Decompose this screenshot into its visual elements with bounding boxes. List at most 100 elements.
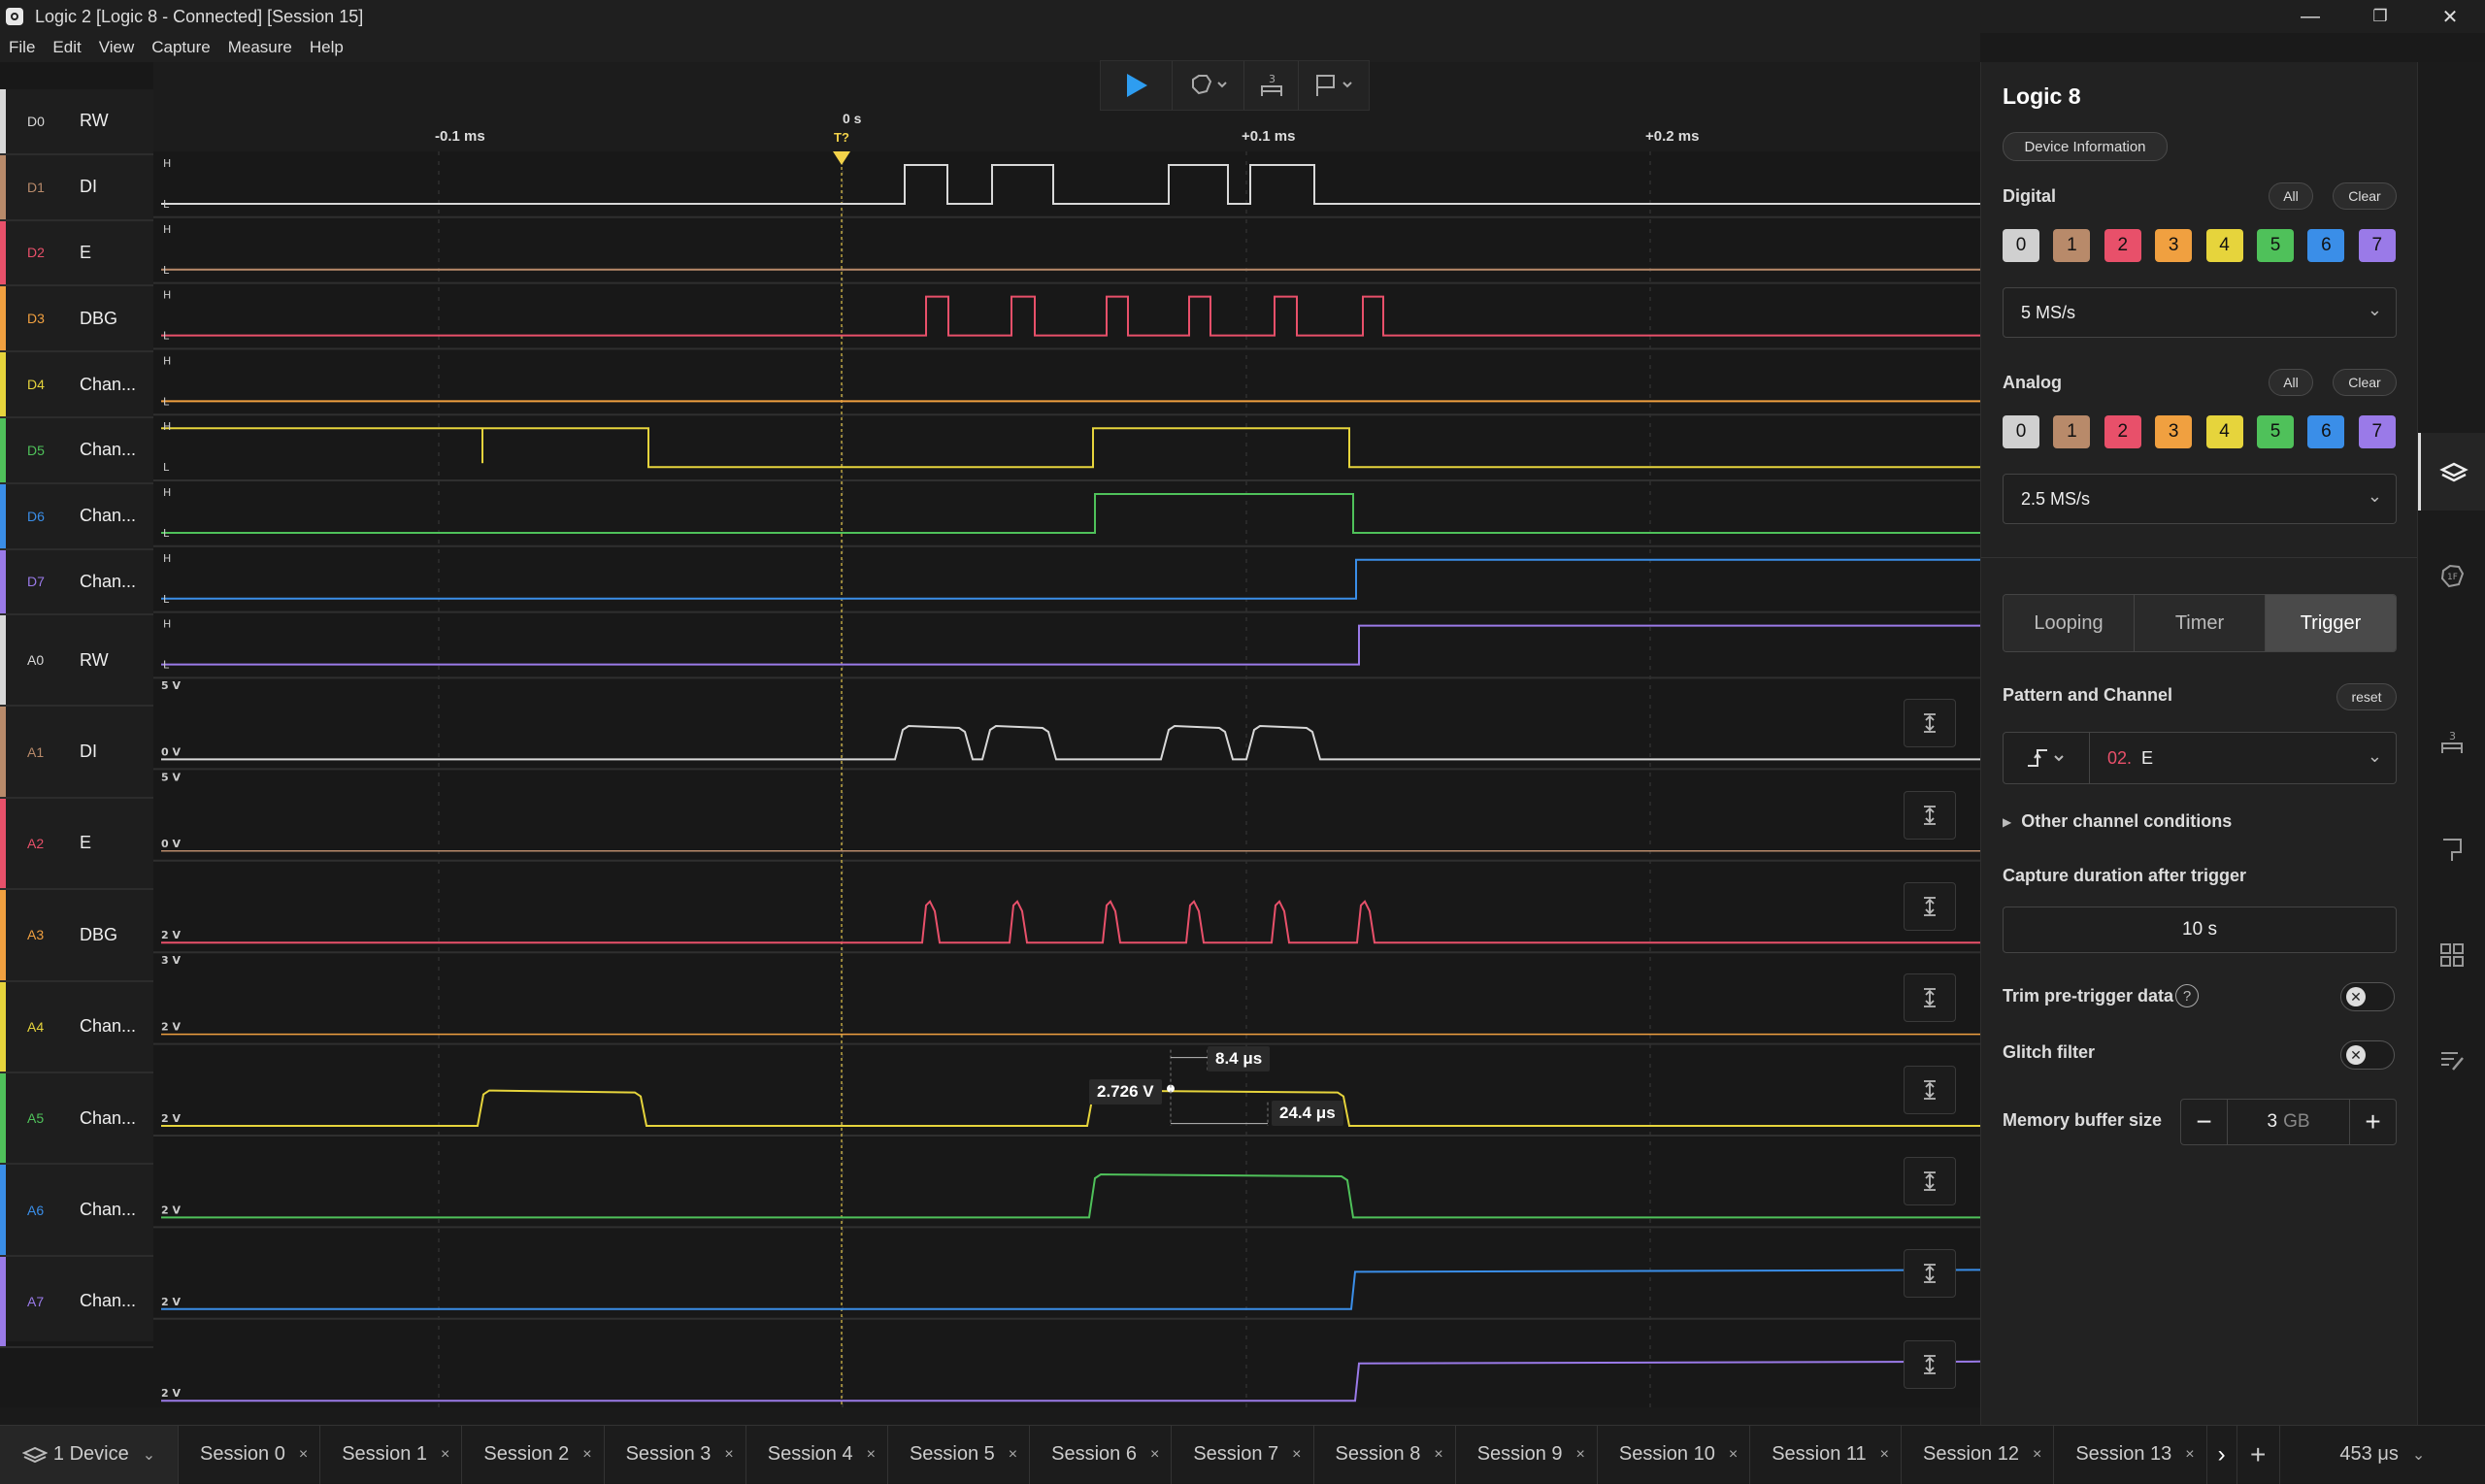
digital-channel-row[interactable]: D0 RW <box>0 89 153 155</box>
vertical-scale-button[interactable] <box>1904 1065 1956 1114</box>
analog-channel-chip-5[interactable]: 5 <box>2257 415 2294 448</box>
analog-waveform[interactable] <box>161 1360 1980 1402</box>
analyzers-tab[interactable]: 1F <box>2418 538 2485 615</box>
analog-channel-chip-0[interactable]: 0 <box>2003 415 2039 448</box>
analog-clear-button[interactable]: Clear <box>2333 369 2397 396</box>
session-tab[interactable]: Session 13 × <box>2054 1425 2207 1484</box>
tab-trigger[interactable]: Trigger <box>2266 595 2396 651</box>
trigger-marker-icon[interactable] <box>833 151 850 165</box>
analog-waveform[interactable] <box>161 1172 1980 1219</box>
menu-capture[interactable]: Capture <box>143 38 218 57</box>
channel-name[interactable]: Chan... <box>80 1200 136 1220</box>
analog-channel-row[interactable]: A7 Chan... <box>0 1256 153 1349</box>
digital-channel-row[interactable]: D7 Chan... <box>0 549 153 616</box>
decrease-button[interactable]: − <box>2181 1100 2228 1144</box>
measurement-period[interactable]: 24.4 μs <box>1272 1101 1343 1126</box>
digital-channel-chip-5[interactable]: 5 <box>2257 229 2294 262</box>
digital-channel-row[interactable]: D2 E <box>0 220 153 287</box>
session-tab[interactable]: Session 2 × <box>462 1425 605 1484</box>
digital-waveform[interactable] <box>161 164 1980 205</box>
device-selector[interactable]: 1 Device ⌄ <box>0 1425 179 1484</box>
digital-waveform[interactable] <box>161 493 1980 534</box>
restore-button[interactable]: ❐ <box>2351 0 2409 33</box>
channel-name[interactable]: Chan... <box>80 440 136 460</box>
increase-button[interactable]: + <box>2349 1100 2396 1144</box>
trim-pre-trigger-toggle[interactable]: ✕ <box>2340 982 2395 1011</box>
channel-name[interactable]: E <box>80 833 91 853</box>
session-tab[interactable]: Session 3 × <box>605 1425 746 1484</box>
session-tab[interactable]: Session 0 × <box>179 1425 321 1484</box>
digital-clear-button[interactable]: Clear <box>2333 182 2397 210</box>
digital-channel-row[interactable]: D6 Chan... <box>0 483 153 550</box>
close-button[interactable]: ✕ <box>2421 0 2479 33</box>
notes-tab[interactable] <box>2418 1021 2485 1099</box>
analog-channel-chip-6[interactable]: 6 <box>2307 415 2345 448</box>
digital-waveform[interactable] <box>161 295 1980 337</box>
more-tabs-chevron-icon[interactable]: › <box>2207 1426 2236 1484</box>
minimize-button[interactable]: — <box>2281 0 2339 33</box>
digital-waveform[interactable] <box>161 624 1980 666</box>
measurement-width[interactable]: 8.4 μs <box>1208 1046 1271 1072</box>
digital-channel-chip-4[interactable]: 4 <box>2205 229 2243 262</box>
vertical-scale-button[interactable] <box>1904 1157 1956 1206</box>
channel-name[interactable]: RW <box>80 650 109 671</box>
other-channel-conditions-toggle[interactable]: ▶ Other channel conditions <box>2003 811 2232 832</box>
digital-channel-row[interactable]: D4 Chan... <box>0 352 153 418</box>
time-ruler[interactable] <box>153 62 1980 151</box>
digital-channel-chip-3[interactable]: 3 <box>2155 229 2193 262</box>
annotations-tab[interactable] <box>2418 811 2485 889</box>
vertical-scale-button[interactable] <box>1904 790 1956 840</box>
menu-file[interactable]: File <box>0 38 44 57</box>
device-settings-tab[interactable] <box>2418 433 2485 511</box>
digital-channel-chip-0[interactable]: 0 <box>2003 229 2039 262</box>
analog-channel-row[interactable]: A1 DI <box>0 707 153 799</box>
analog-all-button[interactable]: All <box>2269 369 2313 396</box>
close-tab-icon[interactable]: × <box>867 1446 876 1464</box>
close-tab-icon[interactable]: × <box>2033 1446 2041 1464</box>
analog-channel-chip-1[interactable]: 1 <box>2053 415 2091 448</box>
capture-duration-input[interactable]: 10 s <box>2003 907 2397 953</box>
close-tab-icon[interactable]: × <box>2185 1446 2194 1464</box>
close-tab-icon[interactable]: × <box>724 1446 733 1464</box>
analog-channel-chip-7[interactable]: 7 <box>2358 415 2396 448</box>
digital-channel-row[interactable]: D1 DI <box>0 154 153 221</box>
channel-name[interactable]: Chan... <box>80 1291 136 1311</box>
measurements-button[interactable]: 3 <box>1244 61 1299 110</box>
digital-sample-rate-dropdown[interactable]: 5 MS/s ⌄ <box>2003 287 2397 338</box>
channel-name[interactable]: DI <box>80 177 97 197</box>
session-tab[interactable]: Session 1 × <box>320 1425 463 1484</box>
menu-help[interactable]: Help <box>301 38 352 57</box>
digital-waveform[interactable] <box>161 558 1980 600</box>
digital-channel-row[interactable]: D5 Chan... <box>0 418 153 484</box>
session-tab[interactable]: Session 8 × <box>1314 1425 1456 1484</box>
menu-measure[interactable]: Measure <box>219 38 301 57</box>
close-tab-icon[interactable]: × <box>1880 1446 1889 1464</box>
analog-waveform[interactable] <box>161 900 1980 944</box>
close-tab-icon[interactable]: × <box>441 1446 449 1464</box>
digital-channel-chip-6[interactable]: 6 <box>2307 229 2345 262</box>
trigger-channel-dropdown[interactable]: 02. E ⌄ <box>2089 732 2397 784</box>
pattern-reset-button[interactable]: reset <box>2336 683 2397 710</box>
channel-name[interactable]: Chan... <box>80 375 136 395</box>
memory-buffer-input[interactable]: 3 GB <box>2228 1100 2349 1144</box>
start-capture-button[interactable] <box>1101 61 1173 110</box>
channel-name[interactable]: RW <box>80 111 109 131</box>
analog-channel-row[interactable]: A5 Chan... <box>0 1073 153 1166</box>
digital-channel-chip-1[interactable]: 1 <box>2053 229 2091 262</box>
analog-channel-row[interactable]: A3 DBG <box>0 890 153 982</box>
glitch-filter-toggle[interactable]: ✕ <box>2340 1040 2395 1070</box>
analog-channel-row[interactable]: A2 E <box>0 798 153 891</box>
vertical-scale-button[interactable] <box>1904 1340 1956 1389</box>
session-tab[interactable]: Session 10 × <box>1598 1425 1751 1484</box>
trigger-edge-dropdown[interactable] <box>2003 732 2090 784</box>
tab-looping[interactable]: Looping <box>2004 595 2135 651</box>
zoom-readout[interactable]: 453 μs ⌄ <box>2278 1425 2485 1484</box>
channel-name[interactable]: Chan... <box>80 506 136 526</box>
close-tab-icon[interactable]: × <box>299 1446 308 1464</box>
analog-waveform[interactable] <box>161 724 1980 761</box>
waveform-plot[interactable]: HLHLHLHLHLHLHLHL5 V0 V5 V0 V2 V3 V2 V2 V… <box>153 62 1980 1407</box>
close-tab-icon[interactable]: × <box>1576 1446 1585 1464</box>
channel-name[interactable]: Chan... <box>80 572 136 592</box>
session-tab[interactable]: Session 5 × <box>888 1425 1031 1484</box>
channel-name[interactable]: E <box>80 243 91 263</box>
